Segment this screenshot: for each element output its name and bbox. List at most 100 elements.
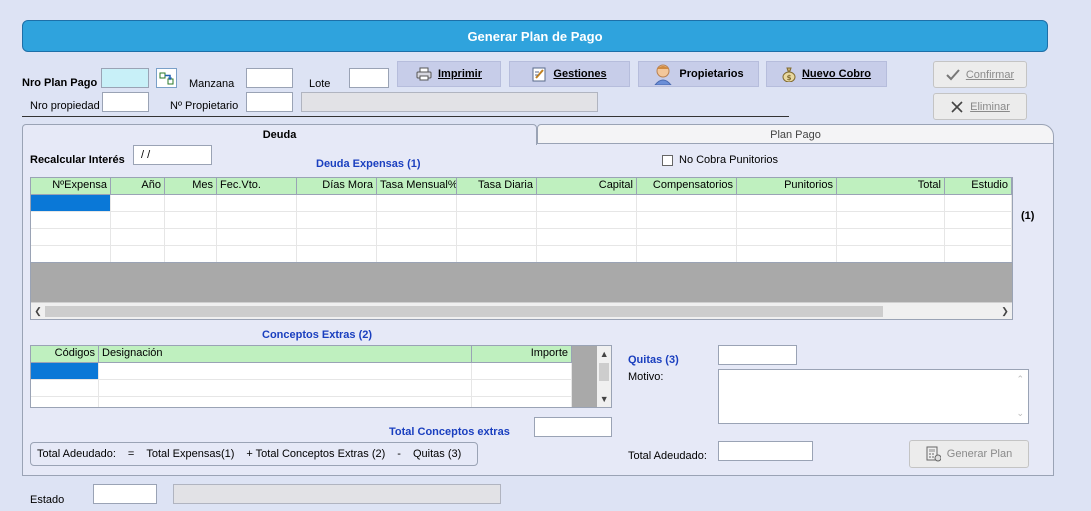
checkbox-box xyxy=(662,154,673,166)
col-codigos[interactable]: Códigos xyxy=(31,346,99,362)
manzana-input[interactable] xyxy=(246,68,293,88)
quitas-label: Quitas (3) xyxy=(628,354,679,366)
page-title: Generar Plan de Pago xyxy=(22,20,1048,52)
gestiones-label: Gestiones xyxy=(553,68,607,80)
extras-grid-header: Códigos Designación Importe xyxy=(31,346,572,363)
header-divider xyxy=(22,116,789,117)
no-cobra-punitorios-label: No Cobra Punitorios xyxy=(679,154,779,166)
estado-code-field xyxy=(93,484,157,504)
nro-propietario-label: Nº Propietario xyxy=(170,100,239,112)
imprimir-button[interactable]: Imprimir xyxy=(397,61,501,87)
tab-deuda[interactable]: Deuda xyxy=(22,124,537,145)
formula-quitas: Quitas (3) xyxy=(412,448,462,460)
table-row[interactable] xyxy=(31,195,1012,212)
expensas-grid[interactable]: NºExpensa Año Mes Fec.Vto. Días Mora Tas… xyxy=(30,177,1013,320)
deuda-expensas-title: Deuda Expensas (1) xyxy=(316,158,421,170)
x-icon xyxy=(951,100,963,113)
propietarios-label: Propietarios xyxy=(679,68,744,80)
eliminar-button[interactable]: Eliminar xyxy=(933,93,1027,120)
nro-propietario-input[interactable] xyxy=(246,92,293,112)
nro-propiedad-input[interactable] xyxy=(102,92,149,112)
nro-plan-pago-input[interactable] xyxy=(101,68,149,88)
table-row[interactable] xyxy=(31,246,1012,263)
scroll-up-icon[interactable]: ⌃ xyxy=(1016,374,1024,385)
link-button[interactable] xyxy=(156,68,177,88)
tab-plan-pago[interactable]: Plan Pago xyxy=(537,124,1054,145)
lote-label: Lote xyxy=(309,78,331,90)
col-punitorios[interactable]: Punitorios xyxy=(737,178,837,194)
table-row[interactable] xyxy=(31,229,1012,246)
motivo-label: Motivo: xyxy=(628,371,664,383)
printer-icon xyxy=(416,67,432,81)
nro-plan-pago-label: Nro Plan Pago xyxy=(22,77,98,89)
recalcular-interes-label: Recalcular Interés xyxy=(30,154,125,166)
check-icon xyxy=(946,68,960,80)
col-tasa-diaria[interactable]: Tasa Diaria xyxy=(457,178,537,194)
calculator-icon xyxy=(926,446,941,462)
formula-total-extras: + Total Conceptos Extras (2) xyxy=(246,448,386,460)
list-item[interactable] xyxy=(31,397,572,407)
confirmar-button[interactable]: Confirmar xyxy=(933,61,1027,88)
scroll-thumb[interactable] xyxy=(45,305,883,317)
money-bag-icon: $ xyxy=(782,67,796,82)
col-anio[interactable]: Año xyxy=(111,178,165,194)
scroll-left-icon[interactable]: ❮ xyxy=(31,306,45,317)
eliminar-label: Eliminar xyxy=(970,100,1010,113)
col-fec-vto[interactable]: Fec.Vto. xyxy=(217,178,297,194)
lote-input[interactable] xyxy=(349,68,389,88)
extras-vscrollbar[interactable]: ▲ ▼ xyxy=(597,346,611,407)
motivo-textarea[interactable]: ⌃ ⌄ xyxy=(718,369,1029,424)
total-formula: Total Adeudado: = Total Expensas(1) + To… xyxy=(30,442,478,466)
scroll-down-icon[interactable]: ▼ xyxy=(600,394,609,404)
imprimir-label: Imprimir xyxy=(437,68,482,80)
formula-equals: = xyxy=(127,448,135,460)
col-dias-mora[interactable]: Días Mora xyxy=(297,178,377,194)
scroll-right-icon[interactable]: ❯ xyxy=(998,306,1012,317)
generar-plan-button[interactable]: Generar Plan xyxy=(909,440,1029,468)
table-row[interactable] xyxy=(31,212,1012,229)
confirmar-label: Confirmar xyxy=(965,68,1015,81)
total-adeudado-field xyxy=(718,441,813,461)
estado-label: Estado xyxy=(30,494,65,506)
grid-empty-area xyxy=(31,263,1012,302)
gestiones-icon xyxy=(532,67,546,81)
total-conceptos-extras-field[interactable] xyxy=(534,417,612,437)
col-designacion[interactable]: Designación xyxy=(99,346,472,362)
nuevo-cobro-button[interactable]: $ Nuevo Cobro xyxy=(766,61,887,87)
list-item[interactable] xyxy=(31,363,572,380)
generar-plan-label: Generar Plan xyxy=(946,448,1013,460)
formula-total-expensas: Total Expensas(1) xyxy=(146,448,235,460)
gestiones-button[interactable]: Gestiones xyxy=(509,61,630,87)
expensas-marker: (1) xyxy=(1021,210,1035,222)
propietarios-button[interactable]: Propietarios xyxy=(638,61,759,87)
total-adeudado-label: Total Adeudado: xyxy=(628,450,707,462)
formula-total-adeudado: Total Adeudado: xyxy=(37,448,116,460)
svg-text:$: $ xyxy=(787,74,792,82)
expensas-hscrollbar[interactable]: ❮ ❯ xyxy=(31,302,1012,319)
scroll-thumb[interactable] xyxy=(599,363,610,381)
propietario-nombre-field xyxy=(301,92,598,112)
scroll-up-icon[interactable]: ▲ xyxy=(600,349,609,359)
col-tasa-mensual[interactable]: Tasa Mensual% xyxy=(377,178,457,194)
col-mes[interactable]: Mes xyxy=(165,178,217,194)
recalcular-interes-input[interactable] xyxy=(133,145,212,165)
list-item[interactable] xyxy=(31,380,572,397)
col-nroexpensa[interactable]: NºExpensa xyxy=(31,178,111,194)
col-compensatorios[interactable]: Compensatorios xyxy=(637,178,737,194)
nro-propiedad-label: Nro propiedad xyxy=(30,100,100,112)
formula-minus: - xyxy=(397,448,401,460)
col-estudio[interactable]: Estudio xyxy=(945,178,1012,194)
conceptos-extras-title: Conceptos Extras (2) xyxy=(262,329,373,341)
col-capital[interactable]: Capital xyxy=(537,178,637,194)
total-conceptos-extras-label: Total Conceptos extras xyxy=(389,426,510,438)
scroll-down-icon[interactable]: ⌄ xyxy=(1016,408,1024,419)
col-importe[interactable]: Importe xyxy=(472,346,572,362)
manzana-label: Manzana xyxy=(189,78,235,90)
nuevo-cobro-label: Nuevo Cobro xyxy=(801,68,872,80)
col-total[interactable]: Total xyxy=(837,178,945,194)
no-cobra-punitorios-checkbox[interactable]: No Cobra Punitorios xyxy=(662,154,778,166)
expensas-grid-header: NºExpensa Año Mes Fec.Vto. Días Mora Tas… xyxy=(31,178,1012,195)
extras-grid[interactable]: Códigos Designación Importe ▲ ▼ xyxy=(30,345,612,408)
person-icon xyxy=(654,64,673,85)
quitas-input[interactable] xyxy=(718,345,797,365)
